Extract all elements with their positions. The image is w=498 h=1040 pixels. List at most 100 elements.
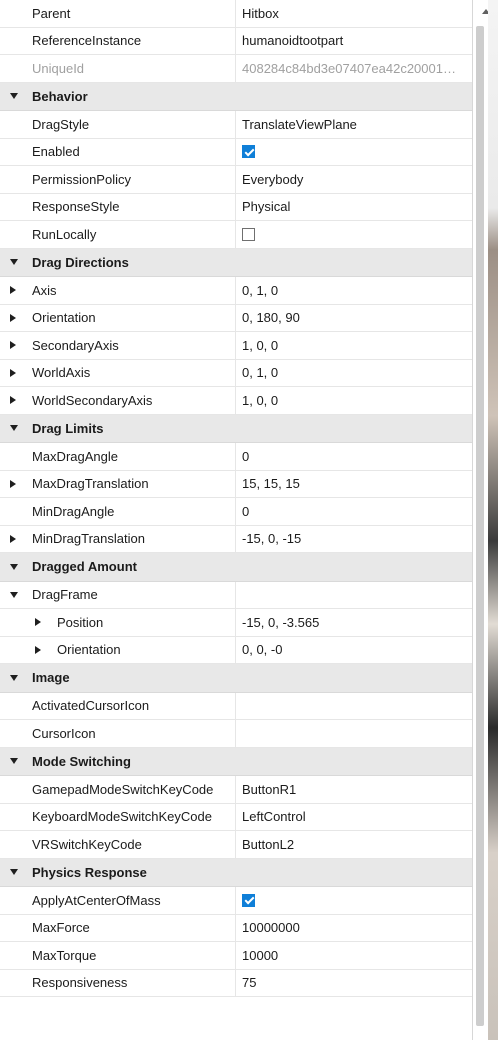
property-row-gamepadmodeswitchkeycode[interactable]: GamepadModeSwitchKeyCode ButtonR1 — [0, 776, 472, 804]
property-row-dragframe[interactable]: DragFrame — [0, 581, 472, 609]
property-row-responsestyle[interactable]: ResponseStyle Physical — [0, 193, 472, 221]
property-name-cell: PermissionPolicy — [0, 166, 236, 193]
property-row-uniqueid[interactable]: UniqueId 408284c84bd3e07407ea42c20001… — [0, 55, 472, 83]
property-value[interactable]: TranslateViewPlane — [242, 111, 472, 138]
property-name-cell: WorldAxis — [0, 359, 236, 386]
category-mode-switching[interactable]: Mode Switching — [0, 747, 472, 776]
property-name-cell: MaxForce — [0, 914, 236, 941]
expand-arrow-icon[interactable] — [35, 645, 41, 654]
property-value[interactable]: 0, 1, 0 — [242, 360, 472, 387]
property-name-cell: Position — [0, 609, 236, 636]
property-row-secondaryaxis[interactable]: SecondaryAxis 1, 0, 0 — [0, 332, 472, 360]
property-value[interactable]: Hitbox — [242, 0, 472, 27]
expand-arrow-icon[interactable] — [10, 286, 16, 295]
property-value[interactable]: 0 — [242, 443, 472, 470]
property-value[interactable]: LeftControl — [242, 804, 472, 831]
property-row-maxforce[interactable]: MaxForce 10000000 — [0, 914, 472, 942]
collapse-arrow-icon[interactable] — [10, 591, 18, 598]
property-row-mindragangle[interactable]: MinDragAngle 0 — [0, 498, 472, 526]
category-label: Physics Response — [32, 864, 147, 880]
property-value[interactable]: ButtonL2 — [242, 831, 472, 858]
property-row-maxdragtranslation[interactable]: MaxDragTranslation 15, 15, 15 — [0, 470, 472, 498]
property-value[interactable]: 1, 0, 0 — [242, 387, 472, 414]
property-row-permissionpolicy[interactable]: PermissionPolicy Everybody — [0, 166, 472, 194]
property-name-cell: DragFrame — [0, 581, 236, 608]
property-row-worldsecondaryaxis[interactable]: WorldSecondaryAxis 1, 0, 0 — [0, 387, 472, 415]
collapse-chevron-icon[interactable] — [10, 869, 18, 876]
property-value[interactable]: -15, 0, -15 — [242, 526, 472, 553]
property-row-dragstyle[interactable]: DragStyle TranslateViewPlane — [0, 111, 472, 139]
property-value[interactable]: 15, 15, 15 — [242, 471, 472, 498]
property-value[interactable]: -15, 0, -3.565 — [242, 609, 472, 636]
property-row-axis[interactable]: Axis 0, 1, 0 — [0, 277, 472, 305]
checked-checkbox[interactable] — [242, 893, 255, 907]
property-name: ApplyAtCenterOfMass — [32, 892, 161, 908]
collapse-chevron-icon[interactable] — [10, 563, 18, 570]
property-name-cell: DragStyle — [0, 111, 236, 138]
collapse-chevron-icon[interactable] — [10, 93, 18, 100]
property-value[interactable]: ButtonR1 — [242, 776, 472, 803]
property-name-cell: ResponseStyle — [0, 193, 236, 220]
property-row-applyatcenterofmass[interactable]: ApplyAtCenterOfMass — [0, 887, 472, 915]
category-image[interactable]: Image — [0, 664, 472, 693]
property-row-mindragtranslation[interactable]: MinDragTranslation -15, 0, -15 — [0, 525, 472, 553]
property-row-parent[interactable]: Parent Hitbox — [0, 0, 472, 28]
property-value[interactable]: Physical — [242, 194, 472, 221]
property-row-runlocally[interactable]: RunLocally — [0, 221, 472, 249]
collapse-chevron-icon[interactable] — [10, 259, 18, 266]
property-value[interactable]: humanoidtootpart — [242, 28, 472, 55]
property-row-referenceinstance[interactable]: ReferenceInstance humanoidtootpart — [0, 27, 472, 55]
expand-arrow-icon[interactable] — [10, 396, 16, 405]
property-value[interactable]: 1, 0, 0 — [242, 332, 472, 359]
property-row-responsiveness[interactable]: Responsiveness 75 — [0, 969, 472, 997]
property-value[interactable]: 10000 — [242, 942, 472, 969]
property-row-orientation[interactable]: Orientation 0, 0, -0 — [0, 636, 472, 664]
property-name: MaxTorque — [32, 947, 97, 963]
property-name: KeyboardModeSwitchKeyCode — [32, 809, 212, 825]
collapse-chevron-icon[interactable] — [10, 674, 18, 681]
unchecked-checkbox[interactable] — [242, 227, 255, 241]
property-value[interactable] — [242, 693, 472, 720]
property-value[interactable]: 0, 0, -0 — [242, 637, 472, 664]
property-row-worldaxis[interactable]: WorldAxis 0, 1, 0 — [0, 359, 472, 387]
property-name: UniqueId — [32, 60, 85, 76]
property-value[interactable]: 0 — [242, 498, 472, 525]
expand-arrow-icon[interactable] — [10, 368, 16, 377]
property-row-activatedcursoricon[interactable]: ActivatedCursorIcon — [0, 692, 472, 720]
expand-arrow-icon[interactable] — [10, 313, 16, 322]
property-row-orientation[interactable]: Orientation 0, 180, 90 — [0, 304, 472, 332]
property-name-cell: Responsiveness — [0, 969, 236, 996]
category-dragged-amount[interactable]: Dragged Amount — [0, 553, 472, 582]
property-value[interactable]: 75 — [242, 970, 472, 997]
property-name-cell: ReferenceInstance — [0, 27, 236, 54]
property-row-enabled[interactable]: Enabled — [0, 138, 472, 166]
property-value[interactable]: 0, 180, 90 — [242, 305, 472, 332]
property-row-maxtorque[interactable]: MaxTorque 10000 — [0, 942, 472, 970]
property-row-maxdragangle[interactable]: MaxDragAngle 0 — [0, 443, 472, 471]
property-name: WorldSecondaryAxis — [32, 392, 153, 408]
property-row-vrswitchkeycode[interactable]: VRSwitchKeyCode ButtonL2 — [0, 831, 472, 859]
property-value[interactable]: Everybody — [242, 166, 472, 193]
category-label: Dragged Amount — [32, 559, 137, 575]
category-drag-limits[interactable]: Drag Limits — [0, 414, 472, 443]
property-value[interactable]: 10000000 — [242, 915, 472, 942]
property-row-keyboardmodeswitchkeycode[interactable]: KeyboardModeSwitchKeyCode LeftControl — [0, 803, 472, 831]
collapse-chevron-icon[interactable] — [10, 425, 18, 432]
expand-arrow-icon[interactable] — [35, 618, 41, 627]
property-row-position[interactable]: Position -15, 0, -3.565 — [0, 609, 472, 637]
category-physics-response[interactable]: Physics Response — [0, 858, 472, 887]
collapse-chevron-icon[interactable] — [10, 758, 18, 765]
expand-arrow-icon[interactable] — [10, 341, 16, 350]
property-value[interactable]: 408284c84bd3e07407ea42c20001… — [242, 55, 472, 82]
category-behavior[interactable]: Behavior — [0, 82, 472, 111]
expand-arrow-icon[interactable] — [10, 534, 16, 543]
category-drag-directions[interactable]: Drag Directions — [0, 248, 472, 277]
property-value[interactable]: 0, 1, 0 — [242, 277, 472, 304]
property-value[interactable] — [242, 582, 472, 609]
scrollbar-thumb[interactable] — [476, 26, 484, 1026]
checked-checkbox[interactable] — [242, 145, 255, 159]
expand-arrow-icon[interactable] — [10, 479, 16, 488]
property-value[interactable] — [242, 720, 472, 747]
property-row-cursoricon[interactable]: CursorIcon — [0, 720, 472, 748]
property-name: MinDragTranslation — [32, 531, 145, 547]
